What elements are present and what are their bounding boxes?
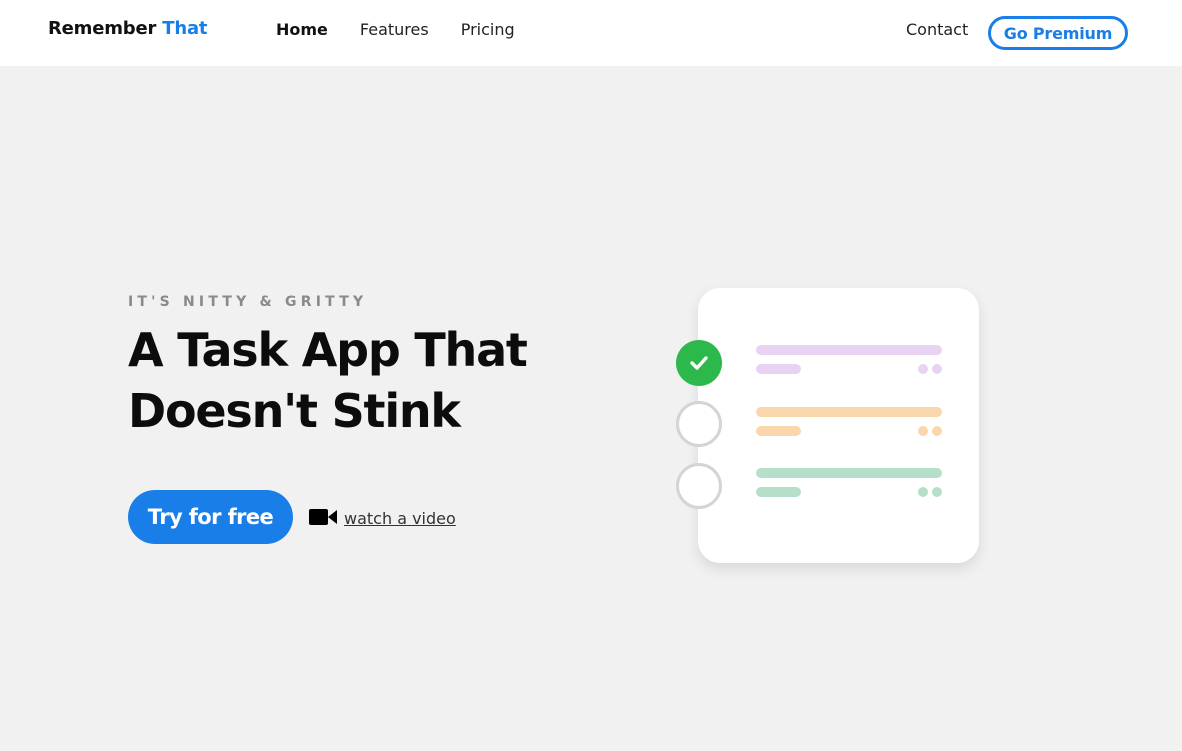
nav-home[interactable]: Home <box>276 20 328 39</box>
nav-pricing[interactable]: Pricing <box>461 20 515 39</box>
task-line-long <box>756 468 942 478</box>
task-line-long <box>756 407 942 417</box>
video-camera-icon <box>309 509 337 525</box>
nav-features[interactable]: Features <box>360 20 429 39</box>
task-dot <box>932 364 942 374</box>
task-dot <box>918 426 928 436</box>
check-icon <box>690 356 708 370</box>
task-dot <box>932 426 942 436</box>
nav-contact[interactable]: Contact <box>906 20 968 39</box>
hero-eyebrow: IT'S NITTY & GRITTY <box>128 294 368 310</box>
main-nav: Home Features Pricing <box>276 20 547 39</box>
task-checkbox-empty <box>676 463 722 509</box>
site-header: Remember That Home Features Pricing Cont… <box>0 0 1182 66</box>
task-dot <box>932 487 942 497</box>
logo-main-text: Remember <box>48 18 157 39</box>
try-for-free-button[interactable]: Try for free <box>128 490 293 544</box>
watch-video-text: watch a video <box>344 509 456 528</box>
task-line-short <box>756 426 801 436</box>
task-line-short <box>756 364 801 374</box>
go-premium-button[interactable]: Go Premium <box>988 16 1128 50</box>
task-checkbox-checked <box>676 340 722 386</box>
task-line-long <box>756 345 942 355</box>
hero-headline: A Task App That Doesn't Stink <box>128 320 588 442</box>
logo[interactable]: Remember That <box>48 18 207 39</box>
task-line-short <box>756 487 801 497</box>
headline-line-2: Doesn't Stink <box>128 384 461 438</box>
task-dot <box>918 364 928 374</box>
task-checkbox-empty <box>676 401 722 447</box>
task-dot <box>918 487 928 497</box>
logo-accent-text: That <box>162 18 208 39</box>
headline-line-1: A Task App That <box>128 323 528 377</box>
watch-video-link[interactable]: watch a video <box>309 506 456 528</box>
